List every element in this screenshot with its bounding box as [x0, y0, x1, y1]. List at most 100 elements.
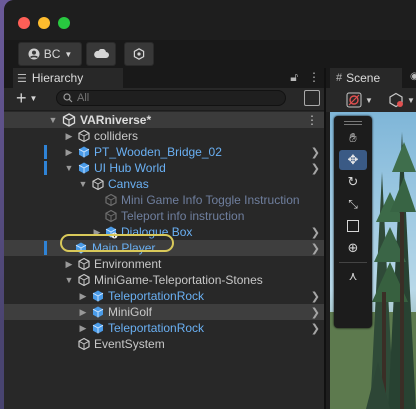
prefab-icon	[92, 322, 104, 334]
custom-tool-icon: ⋏	[348, 269, 358, 283]
move-tool-button[interactable]: ✥	[339, 150, 367, 170]
item-label: Mini Game Info Toggle Instruction	[121, 193, 300, 207]
prefab-override-bar	[44, 241, 47, 255]
item-label: UI Hub World	[94, 161, 166, 175]
prefab-icon	[92, 290, 104, 302]
scene-tools-overlay: ✋︎ ✥ ↻ ⤡ ⊕ ⋏	[334, 116, 372, 328]
view-options-button[interactable]: ▼	[388, 91, 415, 109]
scene-viewport[interactable]: ✋︎ ✥ ↻ ⤡ ⊕ ⋏	[330, 112, 416, 409]
list-item[interactable]: ▶ PT_Wooden_Bridge_02 ❯	[4, 144, 324, 160]
list-item[interactable]: ▶ colliders	[4, 128, 324, 144]
main-toolbar: BC ▼	[4, 40, 416, 68]
hierarchy-toolbar: + ▼	[4, 88, 324, 111]
account-button[interactable]: BC ▼	[18, 42, 82, 66]
item-label: colliders	[94, 129, 139, 143]
list-item[interactable]: ▼ UI Hub World ❯	[4, 160, 324, 176]
maximize-window-button[interactable]	[58, 17, 70, 29]
chevron-down-icon: ▼	[64, 49, 73, 59]
scene-tab-label: Scene	[346, 71, 381, 85]
chevron-right-icon[interactable]: ❯	[311, 322, 320, 335]
user-icon	[28, 48, 40, 60]
list-item[interactable]: ▶ Environment	[4, 256, 324, 272]
close-window-button[interactable]	[18, 17, 30, 29]
list-item[interactable]: Teleport info instruction	[4, 208, 324, 224]
lock-icon[interactable]: 🔓︎	[290, 70, 298, 85]
prefab-override-bar	[44, 145, 47, 159]
expand-arrow-icon[interactable]: ▼	[64, 275, 74, 285]
list-item[interactable]: ▼ MiniGame-Teleportation-Stones	[4, 272, 324, 288]
collapsed-arrow-icon[interactable]: ▶	[78, 307, 88, 318]
gameobject-icon	[78, 129, 90, 143]
game-controller-icon[interactable]: ◉	[410, 71, 416, 82]
selection-highlight-ring	[60, 234, 174, 252]
scale-icon: ⤡	[348, 196, 358, 211]
gizmo-toggle-button[interactable]: ▼	[346, 91, 373, 109]
chevron-right-icon[interactable]: ❯	[311, 146, 320, 159]
collapsed-arrow-icon[interactable]: ▶	[78, 323, 88, 334]
collapsed-arrow-icon[interactable]: ▶	[64, 259, 74, 270]
cube-icon	[389, 92, 403, 108]
chevron-right-icon[interactable]: ❯	[311, 162, 320, 175]
account-label: BC	[43, 47, 61, 61]
transform-icon: ⊕	[347, 240, 359, 255]
chevron-right-icon[interactable]: ❯	[311, 306, 320, 319]
item-label: MiniGame-Teleportation-Stones	[94, 273, 263, 287]
expand-arrow-icon[interactable]: ▼	[64, 163, 74, 173]
list-item[interactable]: ▶ TeleportationRock ❯	[4, 288, 324, 304]
hierarchy-tree: ▼ VARniverse* ⋮ ▶ colliders ▶ PT_Wooden_…	[4, 110, 324, 409]
gameobject-icon	[78, 257, 90, 271]
hand-icon: ✋︎	[349, 130, 357, 145]
plus-icon: +	[16, 87, 27, 108]
scene-filter-icon[interactable]	[304, 90, 320, 106]
collapsed-arrow-icon[interactable]: ▶	[64, 131, 74, 142]
expand-arrow-icon[interactable]: ▼	[78, 179, 88, 189]
collab-button[interactable]	[124, 42, 154, 66]
search-input[interactable]	[77, 92, 267, 104]
search-icon	[63, 93, 73, 103]
unity-scene-icon	[62, 113, 76, 127]
chevron-right-icon[interactable]: ❯	[311, 290, 320, 303]
item-label: EventSystem	[94, 337, 165, 351]
drag-handle[interactable]	[344, 121, 362, 125]
hierarchy-search	[56, 90, 286, 106]
tab-hierarchy[interactable]: ☰ Hierarchy	[13, 68, 123, 88]
scene-tabbar: # Scene ◉	[326, 68, 416, 88]
scene-name: VARniverse*	[80, 113, 152, 127]
kebab-menu-icon[interactable]: ⋮	[306, 113, 318, 127]
prefab-override-bar	[44, 161, 47, 175]
chevron-down-icon: ▼	[407, 95, 415, 105]
rect-icon	[347, 220, 359, 232]
grid-icon: #	[336, 72, 343, 84]
expand-arrow-icon[interactable]: ▼	[48, 115, 58, 125]
list-item[interactable]: ▼ Canvas	[4, 176, 324, 192]
minimize-window-button[interactable]	[38, 17, 50, 29]
scale-tool-button[interactable]: ⤡	[339, 194, 367, 214]
chevron-down-icon: ▼	[365, 95, 373, 105]
add-object-button[interactable]: + ▼	[16, 87, 44, 108]
title-bar	[4, 0, 416, 40]
tab-scene[interactable]: # Scene	[330, 68, 402, 88]
list-item[interactable]: ▶ TeleportationRock ❯	[4, 320, 324, 336]
kebab-menu-icon[interactable]: ⋮	[308, 70, 320, 85]
list-item[interactable]: ▶ MiniGolf ❯	[4, 304, 324, 320]
custom-tool-button[interactable]: ⋏	[339, 266, 367, 286]
list-item[interactable]: Mini Game Info Toggle Instruction	[4, 192, 324, 208]
rect-tool-button[interactable]	[339, 216, 367, 236]
transform-tool-button[interactable]: ⊕	[339, 238, 367, 258]
item-label: Canvas	[108, 177, 149, 191]
prefab-icon	[92, 306, 104, 318]
collapsed-arrow-icon[interactable]: ▶	[64, 147, 74, 158]
scene-row[interactable]: ▼ VARniverse* ⋮	[4, 112, 324, 128]
rotate-tool-button[interactable]: ↻	[339, 172, 367, 192]
chevron-right-icon[interactable]: ❯	[311, 226, 320, 239]
cloud-button[interactable]	[86, 42, 116, 66]
tool-divider	[339, 262, 367, 263]
rotate-icon: ↻	[347, 174, 359, 189]
chevron-right-icon[interactable]: ❯	[311, 242, 320, 255]
gameobject-icon	[78, 337, 90, 351]
item-label: Teleport info instruction	[121, 209, 245, 223]
unity-editor-window: BC ▼ ☰ Hierarchy 🔓︎ ⋮ + ▼ All ▼ VARniver…	[4, 0, 416, 409]
list-item[interactable]: EventSystem	[4, 336, 324, 352]
collapsed-arrow-icon[interactable]: ▶	[78, 291, 88, 302]
hand-tool-button[interactable]: ✋︎	[339, 128, 367, 148]
